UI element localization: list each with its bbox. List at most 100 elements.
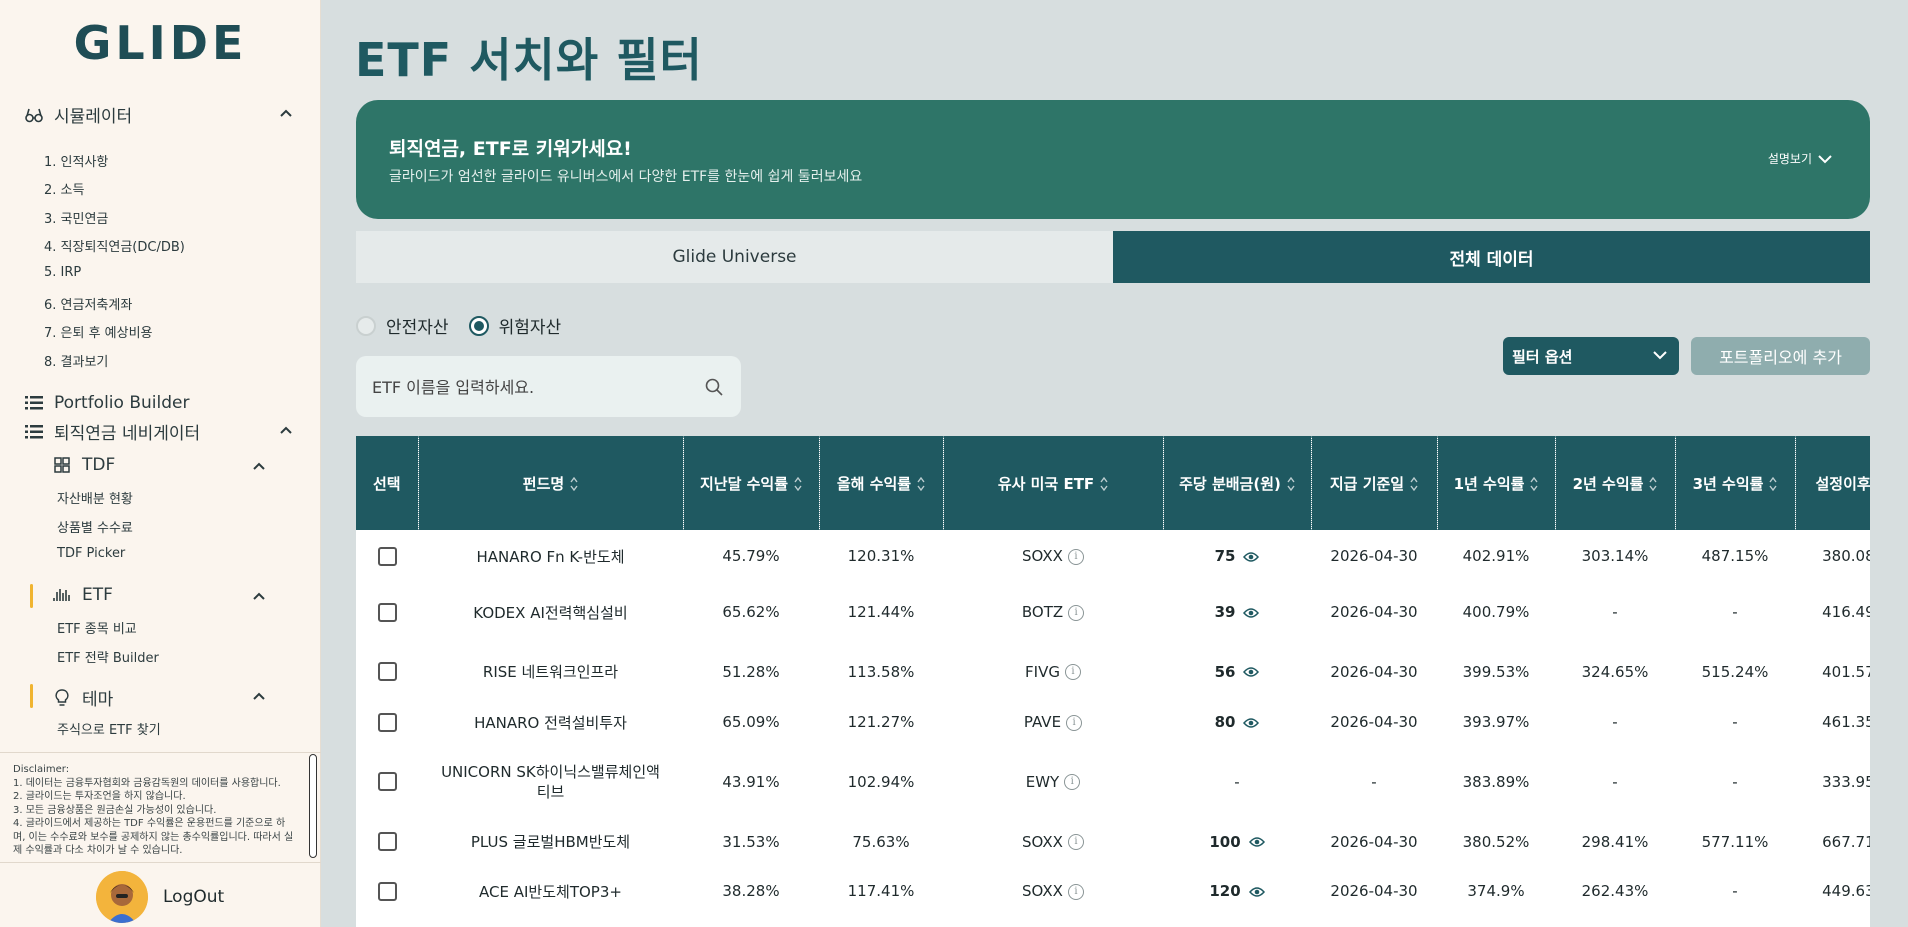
col-header-us-etf[interactable]: 유사 미국 ETF: [943, 436, 1164, 530]
fund-name[interactable]: UNICORN SK하이닉스밸류체인액티브: [418, 743, 683, 820]
chevron-up-icon[interactable]: [279, 424, 293, 438]
col-header-ytd[interactable]: 올해 수익률: [819, 436, 944, 530]
table-row[interactable]: UNICORN SK하이닉스밸류체인액티브 43.91% 102.94% EWY…: [356, 743, 1870, 820]
eye-icon[interactable]: [1243, 666, 1260, 678]
nav-sim-item-1[interactable]: 1. 인적사항: [44, 151, 108, 170]
col-header-last-month[interactable]: 지난달 수익률: [683, 436, 820, 530]
nav-tdf-item-picker[interactable]: TDF Picker: [57, 546, 125, 561]
chevron-up-icon[interactable]: [252, 690, 266, 704]
info-icon[interactable]: i: [1064, 774, 1081, 790]
tab-all-data[interactable]: 전체 데이터: [1113, 231, 1870, 283]
fund-name[interactable]: HANARO 전력설비투자: [418, 701, 683, 743]
info-icon[interactable]: i: [1068, 604, 1085, 621]
col-header-pay-date[interactable]: 지급 기준일: [1311, 436, 1438, 530]
eye-icon[interactable]: [1243, 607, 1260, 619]
eye-icon[interactable]: [1243, 717, 1260, 729]
row-checkbox[interactable]: [377, 546, 397, 566]
row-checkbox[interactable]: [377, 602, 397, 622]
col-header-since-inception[interactable]: 설정이후: [1795, 436, 1870, 530]
nav-tdf[interactable]: TDF: [52, 455, 115, 475]
disclaimer-scrollbar[interactable]: [309, 754, 317, 858]
nav-sim-item-5[interactable]: 5. IRP: [44, 265, 81, 280]
nav-sim-item-6[interactable]: 6. 연금저축계좌: [44, 294, 132, 313]
nav-tdf-item-fees[interactable]: 상품별 수수료: [57, 517, 133, 536]
col-header-fund-name[interactable]: 펀드명: [418, 436, 684, 530]
us-etf-cell: FIVG i: [943, 642, 1163, 701]
nav-etf-item-compare[interactable]: ETF 종목 비교: [57, 618, 137, 637]
sidebar: GLIDE 시뮬레이터 1. 인적사항 2. 소득 3. 국민연금 4. 직장퇴…: [0, 0, 321, 927]
col-header-3y[interactable]: 3년 수익률: [1675, 436, 1796, 530]
nav-portfolio-builder[interactable]: Portfolio Builder: [24, 393, 189, 413]
table-row[interactable]: HANARO Fn K-반도체 45.79% 120.31% SOXX i 75 …: [356, 530, 1870, 582]
pay-date: 2026-04-30: [1330, 832, 1418, 851]
info-icon[interactable]: i: [1067, 548, 1084, 565]
eye-icon[interactable]: [1243, 551, 1260, 563]
fund-name[interactable]: KODEX AI전력핵심설비: [418, 582, 683, 642]
fund-name[interactable]: PLUS 글로벌HBM반도체: [418, 820, 683, 863]
radio-safe-asset[interactable]: [356, 315, 376, 336]
chevron-up-icon[interactable]: [279, 107, 293, 121]
row-checkbox[interactable]: [377, 662, 397, 681]
nav-etf[interactable]: ETF: [52, 585, 113, 605]
col-header-2y[interactable]: 2년 수익률: [1555, 436, 1676, 530]
ytd-return: 120.31%: [847, 547, 915, 565]
info-icon[interactable]: i: [1067, 883, 1084, 900]
col-header-1y[interactable]: 1년 수익률: [1437, 436, 1556, 530]
fund-name[interactable]: ACE AI반도체TOP3+: [418, 863, 683, 919]
sort-icon: [917, 477, 925, 491]
nav-sim-item-3[interactable]: 3. 국민연금: [44, 208, 108, 227]
eye-icon[interactable]: [1248, 836, 1265, 848]
app-logo[interactable]: GLIDE: [0, 16, 321, 70]
nav-simulator[interactable]: 시뮬레이터: [24, 102, 132, 127]
add-to-portfolio-button[interactable]: 포트폴리오에 추가: [1691, 337, 1870, 375]
radio-risk-asset-label[interactable]: 위험자산: [499, 313, 562, 338]
nav-tdf-item-allocation[interactable]: 자산배분 현황: [57, 488, 133, 507]
sort-icon: [570, 477, 578, 491]
chevron-up-icon[interactable]: [252, 590, 266, 604]
chevron-up-icon[interactable]: [252, 460, 266, 474]
table-row[interactable]: PLUS 글로벌HBM반도체 31.53% 75.63% SOXX i 100 2…: [356, 820, 1870, 863]
nav-etf-item-builder[interactable]: ETF 전략 Builder: [57, 647, 159, 666]
nav-sim-item-7[interactable]: 7. 은퇴 후 예상비용: [44, 322, 153, 341]
tab-glide-universe[interactable]: Glide Universe: [356, 231, 1113, 283]
info-icon[interactable]: i: [1067, 834, 1084, 850]
info-icon[interactable]: i: [1066, 714, 1083, 731]
row-checkbox[interactable]: [377, 712, 397, 732]
logout-button[interactable]: LogOut: [163, 887, 224, 907]
us-etf: SOXX: [1022, 547, 1063, 565]
table-row[interactable]: ACE AI반도체TOP3+ 38.28% 117.41% SOXX i 120 …: [356, 863, 1870, 919]
nav-etf-label: ETF: [82, 585, 113, 605]
nav-sim-item-2[interactable]: 2. 소득: [44, 179, 84, 198]
radio-safe-asset-label[interactable]: 안전자산: [386, 313, 449, 338]
avatar[interactable]: [96, 871, 148, 923]
table-row[interactable]: KODEX AI전력핵심설비 65.62% 121.44% BOTZ i 39 2…: [356, 582, 1870, 642]
fund-name[interactable]: RISE 네트워크인프라: [418, 642, 683, 701]
active-indicator: [30, 584, 33, 608]
fund-name[interactable]: HANARO Fn K-반도체: [418, 530, 683, 582]
table-row[interactable]: HANARO 전력설비투자 65.09% 121.27% PAVE i 80 20…: [356, 701, 1870, 743]
return-1y: 374.9%: [1467, 882, 1525, 900]
eye-icon[interactable]: [1248, 886, 1265, 898]
nav-retirement-navigator[interactable]: 퇴직연금 네비게이터: [24, 419, 200, 444]
nav-sim-item-8[interactable]: 8. 결과보기: [44, 351, 108, 370]
nav-sim-item-4[interactable]: 4. 직장퇴직연금(DC/DB): [44, 236, 185, 255]
nav-theme[interactable]: 테마: [52, 685, 113, 710]
ytd-return: 121.27%: [847, 713, 915, 731]
banner-title: 퇴직연금, ETF로 키워가세요!: [389, 138, 632, 160]
row-checkbox[interactable]: [377, 772, 397, 791]
info-icon[interactable]: i: [1064, 664, 1081, 680]
disclaimer-line: 4. 글라이드에서 제공하는 TDF 수익률은 운용펀드를 기준으로 하며, 이…: [13, 818, 294, 856]
table-row[interactable]: RISE 네트워크인프라 51.28% 113.58% FIVG i 56 202…: [356, 642, 1870, 701]
row-checkbox[interactable]: [377, 832, 397, 851]
row-checkbox[interactable]: [377, 881, 397, 901]
binoculars-icon: [24, 105, 44, 125]
radio-risk-asset[interactable]: [468, 315, 489, 336]
filter-options-select[interactable]: 필터 옵션: [1503, 337, 1679, 375]
pay-date: 2026-04-30: [1330, 547, 1418, 565]
nav-theme-item-stock[interactable]: 주식으로 ETF 찾기: [57, 719, 161, 738]
return-3y: -: [1732, 713, 1738, 731]
etf-search-input[interactable]: [372, 374, 692, 400]
banner-expand-button[interactable]: 설명보기: [1768, 150, 1832, 167]
search-icon[interactable]: [705, 378, 723, 396]
col-header-dividend[interactable]: 주당 분배금(원): [1163, 436, 1312, 530]
